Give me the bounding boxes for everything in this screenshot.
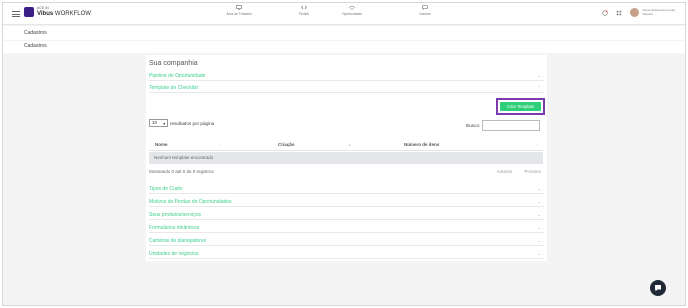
sort-icon[interactable]: ↕ [537,143,539,147]
pagination: Anterior Próximo [485,169,541,174]
nav-label: Kanban [419,12,431,16]
breadcrumb-item[interactable]: Cadastros [24,30,47,36]
search-input[interactable] [482,120,541,131]
page-subheader: Cadastros [3,41,685,53]
section-label: Carteiras de planejadores [149,238,207,244]
section-label: Unidades de negócios [149,251,199,257]
notification-icon[interactable] [602,9,609,16]
chevron-down-icon: ⌄ [537,73,541,78]
chevron-down-icon: ⌄ [537,238,541,243]
section-label: Pipeline de Oportunidade [149,73,206,79]
chat-bubble-icon [655,285,661,292]
chevron-down-icon: ⌄ [537,225,541,230]
section-label: Formulários dinâmicos [149,225,200,231]
sort-icon[interactable]: ↕ [219,143,221,147]
section-tipos-custo[interactable]: Tipos de Custo ⌄ [149,184,544,194]
next-page-button[interactable]: Próximo [524,169,541,174]
section-unidades-negocios[interactable]: Unidades de negócios ⌄ [149,249,544,259]
section-motivos-perdas[interactable]: Motivos de Perdas de Oportunidades ⌄ [149,197,544,207]
app-window: ACE IN Vibus WORKFLOW Área de Trabalho P… [2,2,686,306]
chevron-up-icon: ⌃ [537,85,541,90]
empty-table-message: Nenhum template encontrado [154,155,214,160]
section-pipeline-oportunidade[interactable]: Pipeline de Oportunidade ⌄ [149,71,544,81]
monitor-icon [236,5,242,10]
section-label: Motivos de Perdas de Oportunidades [149,199,232,205]
column-header-nome[interactable]: Nome [155,142,168,147]
search-label: Busca: [466,123,481,128]
section-label: Template de Checklist [149,85,198,91]
chevron-down-icon: ⌄ [537,212,541,217]
create-template-button[interactable]: Criar Template [500,102,541,111]
create-template-highlight: Criar Template [496,98,545,115]
user-info[interactable]: Nome.Sobrenome.conta Suporte [642,8,675,16]
search-control: Busca: [466,120,541,131]
table-header: Nome ↕ Criação ▲ Número de itens ↕ [149,139,543,151]
table-row: Nenhum template encontrado [149,152,543,164]
nav-item-pedido[interactable]: Pedido [284,5,324,16]
nav-label: Pedido [298,12,310,16]
chevron-down-icon: ⌄ [537,186,541,191]
column-header-numero-itens[interactable]: Número de itens [404,142,439,147]
chat-support-button[interactable] [650,280,666,296]
nav-label: Área de Trabalho [226,12,252,16]
company-settings-card: Sua companhia Pipeline de Oportunidade ⌄… [146,55,547,261]
sort-icon[interactable]: ▲ [348,143,351,147]
top-bar: ACE IN Vibus WORKFLOW Área de Trabalho P… [3,3,685,25]
caret-down-icon: ▼ [162,122,166,126]
top-right-tools: Nome.Sobrenome.conta Suporte [602,8,675,17]
records-info: Mostrando 0 até 0 de 0 registros [149,169,214,174]
page-size-label: resultados por página [170,120,215,126]
column-header-criacao[interactable]: Criação [278,142,295,147]
chevron-down-icon: ⌄ [537,199,541,204]
previous-page-button[interactable]: Anterior [497,169,513,174]
page-size-control: 10 ▼ resultados por página [149,119,214,127]
section-label: Tipos de Custo [149,186,183,192]
breadcrumb: Cadastros [3,26,685,40]
section-label: Seus produtos/serviços [149,212,201,218]
page-size-value: 10 [152,120,158,125]
grid-icon[interactable] [616,10,622,16]
section-carteiras-planejadores[interactable]: Carteiras de planejadores ⌄ [149,236,544,246]
user-role: Suporte [642,11,653,16]
chevron-down-icon: ⌄ [537,251,541,256]
section-formularios-dinamicos[interactable]: Formulários dinâmicos ⌄ [149,223,544,233]
handshake-icon [349,5,355,10]
main-nav: Área de Trabalho Pedido Oportunidade Kan… [3,5,685,23]
page-size-select[interactable]: 10 ▼ [149,119,168,127]
avatar[interactable] [630,8,640,17]
section-template-checklist[interactable]: Template de Checklist ⌃ [149,83,544,93]
card-title: Sua companhia [149,60,198,67]
page-title: Cadastros [24,43,47,49]
nav-item-kanban[interactable]: Kanban [405,5,445,16]
nav-item-oportunidade[interactable]: Oportunidade [332,5,372,16]
chat-icon [422,5,428,10]
section-produtos-servicos[interactable]: Seus produtos/serviços ⌄ [149,210,544,220]
nav-label: Oportunidade [342,12,362,16]
nav-item-area-de-trabalho[interactable]: Área de Trabalho [219,5,259,16]
code-icon [301,5,307,10]
